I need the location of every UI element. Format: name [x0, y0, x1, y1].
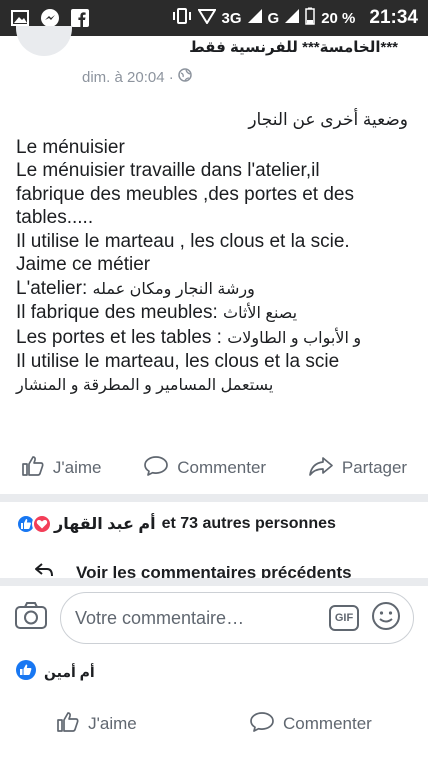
network-type-2: G [267, 9, 280, 27]
battery-level: 20 % [321, 9, 356, 27]
globe-icon [177, 68, 192, 86]
battery-icon [305, 7, 315, 29]
camera-icon[interactable] [14, 601, 48, 636]
emoji-icon[interactable] [371, 601, 401, 636]
section-divider [0, 494, 428, 502]
reaction-others: et 73 autres personnes [161, 515, 336, 532]
comment-input[interactable] [75, 607, 317, 629]
post-header: ***الخامسة*** للفرنسية فقط dim. à 20:04 … [0, 26, 428, 96]
bottom-actions: J'aime Commenter [0, 702, 428, 746]
image-icon [10, 8, 30, 28]
post-line-bilingual: L'atelier: ورشة النجار ومكان عمله [16, 277, 416, 302]
vibrate-icon [172, 8, 192, 28]
post-heading: وضعية أخرى عن النجار [248, 110, 408, 129]
like-button[interactable]: J'aime [56, 710, 137, 739]
thumbs-up-icon [56, 710, 80, 739]
gif-button[interactable]: GIF [329, 605, 359, 631]
comment-item: أم أمين [16, 660, 95, 685]
group-name[interactable]: ***الخامسة*** للفرنسية فقط [189, 38, 398, 56]
comment-box[interactable]: GIF [60, 592, 414, 644]
post-timestamp[interactable]: dim. à 20:04 · [82, 69, 174, 86]
post-line-fr: Il fabrique des meubles: [16, 302, 218, 323]
facebook-icon [70, 8, 90, 28]
comment-composer: GIF [0, 586, 428, 650]
section-divider [0, 578, 428, 586]
data-saver-icon [196, 8, 217, 28]
reaction-icons [16, 514, 52, 534]
network-type: 3G [221, 9, 242, 27]
post-actions: J'aime Commenter Partager [0, 446, 428, 490]
post-line-ar: و الأبواب و الطاولات [227, 329, 362, 347]
thumbs-up-icon [21, 454, 45, 483]
comment-icon [143, 454, 169, 483]
post-line-ar: يصنع الأثاث [223, 305, 298, 322]
post-line-bilingual: Il fabrique des meubles: يصنع الأثاث [16, 301, 416, 326]
comment-label: Commenter [283, 714, 372, 733]
post-line: Le ménuisier travaille dans l'atelier,il [16, 160, 320, 181]
post-line: Jaime ce métier [16, 254, 151, 275]
messenger-icon [40, 8, 60, 28]
post-line-fr: Les portes et les tables : [16, 326, 222, 348]
share-icon [308, 454, 334, 483]
reaction-first-name: أم عبد القهار [54, 516, 156, 533]
like-button[interactable]: J'aime [21, 454, 102, 483]
comment-icon [249, 710, 275, 739]
post-line-fr: L'atelier: [16, 277, 88, 299]
post-line: Le ménuisier [16, 136, 125, 158]
post-meta: dim. à 20:04 · [82, 68, 192, 86]
comment-label: Commenter [177, 458, 267, 477]
post-body: وضعية أخرى عن النجار Le ménuisier Le mén… [16, 108, 416, 397]
post-line-bilingual: Les portes et les tables : و الأبواب و ا… [16, 326, 416, 351]
love-reaction-icon [32, 514, 52, 534]
like-label: J'aime [88, 714, 137, 733]
avatar[interactable] [16, 26, 72, 56]
comment-button[interactable]: Commenter [143, 454, 266, 483]
post-line: Il utilise le marteau, les clous et la s… [16, 351, 340, 372]
post-line-ar: يستعمل المسامير و المطرقة و المنشار [16, 376, 274, 394]
like-label: J'aime [52, 458, 102, 477]
share-button[interactable]: Partager [308, 454, 407, 483]
like-reaction-icon [16, 660, 36, 685]
comment-button[interactable]: Commenter [249, 710, 372, 739]
post-line: Il utilise le marteau , les clous et la … [16, 230, 350, 252]
previous-comments-link[interactable]: Voir les commentaires précédents [0, 556, 428, 580]
signal-icon [247, 9, 262, 27]
reactions-summary[interactable]: أم عبد القهار et 73 autres personnes [16, 514, 336, 534]
signal-icon-2 [285, 9, 300, 27]
clock: 21:34 [369, 7, 418, 28]
share-label: Partager [341, 458, 408, 477]
post-line-ar: ورشة النجار ومكان عمله [92, 280, 255, 298]
commenter-name[interactable]: أم أمين [44, 664, 95, 681]
post-line: tables..... [16, 207, 94, 228]
post-line: fabrique des meubles ,des portes et des [16, 183, 354, 205]
